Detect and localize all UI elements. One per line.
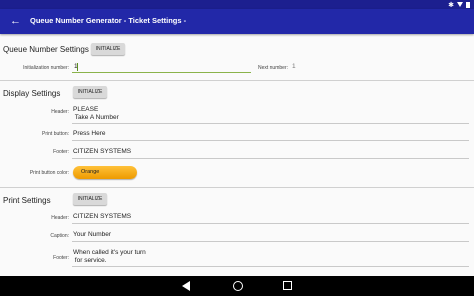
print-caption-value: Your Number (73, 231, 112, 238)
nav-home-icon[interactable] (233, 281, 243, 291)
display-initialize-button[interactable]: INITIALIZE (73, 86, 107, 98)
nav-back-icon[interactable] (182, 281, 190, 291)
display-header-value: PLEASE Take A Number (73, 106, 119, 121)
nav-recents-icon[interactable] (283, 281, 292, 290)
print-button-text-value: Press Here (73, 130, 106, 137)
print-header-label: Header: (51, 215, 69, 221)
next-number-label: Next number: (257, 65, 288, 71)
display-header-label: Header: (51, 109, 69, 115)
print-header-value: CITIZEN SYSTEMS (73, 213, 132, 220)
init-number-label: Initialization number: (23, 65, 69, 71)
print-footer-value: When called it's your turn for service. (73, 249, 146, 264)
display-settings-title: Display Settings (3, 89, 61, 98)
print-caption-field[interactable] (72, 241, 469, 242)
print-footer-label: Footer: (53, 255, 69, 261)
bluetooth-icon: ✱ (448, 1, 454, 9)
print-initialize-button[interactable]: INITIALIZE (73, 193, 107, 205)
print-header-field[interactable] (72, 223, 469, 224)
display-footer-label: Footer: (53, 149, 69, 155)
display-footer-value: CITIZEN SYSTEMS (73, 148, 132, 155)
init-number-field[interactable] (72, 72, 251, 73)
app-title: Queue Number Generator - Ticket Settings… (30, 16, 187, 25)
display-footer-field[interactable] (72, 158, 469, 159)
wifi-icon (457, 2, 463, 7)
print-button-color-button[interactable]: Orange (73, 166, 137, 179)
print-button-color-value: Orange (81, 169, 100, 175)
battery-icon (466, 1, 470, 8)
status-icons: ✱ (448, 0, 470, 9)
app-bar: ← Queue Number Generator - Ticket Settin… (0, 9, 474, 34)
queue-initialize-button[interactable]: INITIALIZE (91, 43, 125, 55)
print-footer-field[interactable] (72, 266, 469, 267)
text-cursor (77, 63, 78, 71)
status-bar: ✱ (0, 0, 474, 9)
section-divider (0, 80, 474, 81)
section-divider (0, 187, 474, 188)
navigation-bar (0, 276, 474, 296)
print-button-text-field[interactable] (72, 140, 469, 141)
print-button-color-label: Print button color: (29, 170, 69, 176)
print-settings-title: Print Settings (3, 196, 51, 205)
print-button-text-label: Print button: (42, 131, 69, 137)
print-caption-label: Caption: (50, 233, 69, 239)
display-header-field[interactable] (72, 123, 469, 124)
next-number-value: 1 (292, 63, 296, 70)
back-arrow-icon[interactable]: ← (10, 15, 22, 27)
queue-settings-title: Queue Number Settings (3, 45, 89, 54)
settings-content[interactable]: Queue Number Settings INITIALIZE Initial… (0, 34, 474, 276)
